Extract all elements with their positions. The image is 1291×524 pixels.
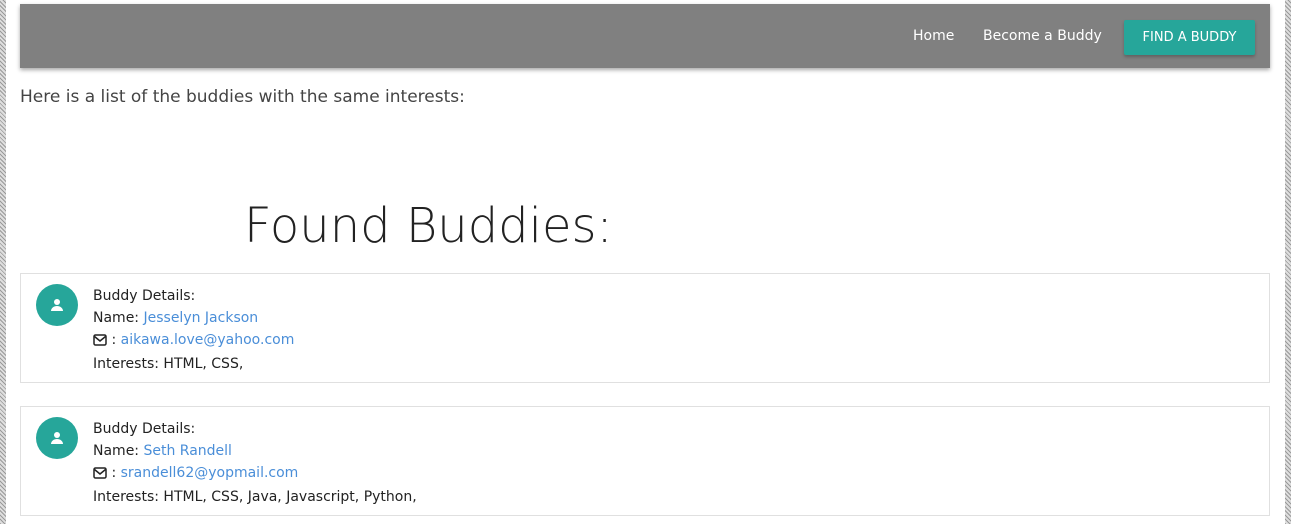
person-icon xyxy=(36,417,78,459)
person-icon xyxy=(36,284,78,326)
interests-label: Interests: xyxy=(93,356,164,372)
buddy-email-row: : srandell62@yopmail.com xyxy=(93,462,417,486)
nav-link-become-a-buddy[interactable]: Become a Buddy xyxy=(983,4,1102,68)
intro-text: Here is a list of the buddies with the s… xyxy=(20,87,465,107)
buddy-email-link[interactable]: aikawa.love@yahoo.com xyxy=(121,332,295,348)
buddy-card: Buddy Details: Name: Seth Randell : sran… xyxy=(20,406,1270,516)
buddy-email-link[interactable]: srandell62@yopmail.com xyxy=(121,465,299,481)
navbar: Home Become a Buddy FIND A BUDDY xyxy=(20,4,1270,68)
buddy-email-row: : aikawa.love@yahoo.com xyxy=(93,329,294,353)
nav-link-home[interactable]: Home xyxy=(913,4,954,68)
name-label: Name: xyxy=(93,443,144,459)
buddy-interests: HTML, CSS, xyxy=(163,356,244,372)
buddy-name-row: Name: Jesselyn Jackson xyxy=(93,307,294,329)
buddy-name-link[interactable]: Seth Randell xyxy=(143,443,231,459)
buddy-details: Buddy Details: Name: Seth Randell : sran… xyxy=(93,418,417,508)
buddy-interests-row: Interests: HTML, CSS, xyxy=(93,353,294,375)
buddy-details: Buddy Details: Name: Jesselyn Jackson : … xyxy=(93,285,294,375)
buddy-name-link[interactable]: Jesselyn Jackson xyxy=(143,310,258,326)
page: Home Become a Buddy FIND A BUDDY Here is… xyxy=(6,0,1285,524)
email-separator: : xyxy=(107,465,121,481)
page-title: Found Buddies: xyxy=(244,198,613,255)
buddy-details-title: Buddy Details: xyxy=(93,421,196,437)
buddy-details-title: Buddy Details: xyxy=(93,288,196,304)
buddy-interests-row: Interests: HTML, CSS, Java, Javascript, … xyxy=(93,486,417,508)
buddy-name-row: Name: Seth Randell xyxy=(93,440,417,462)
buddy-interests: HTML, CSS, Java, Javascript, Python, xyxy=(163,489,417,505)
envelope-icon xyxy=(93,464,107,486)
buddy-card: Buddy Details: Name: Jesselyn Jackson : … xyxy=(20,273,1270,383)
name-label: Name: xyxy=(93,310,144,326)
interests-label: Interests: xyxy=(93,489,164,505)
window-right-edge xyxy=(1285,0,1291,524)
email-separator: : xyxy=(107,332,121,348)
find-a-buddy-button[interactable]: FIND A BUDDY xyxy=(1124,20,1255,55)
envelope-icon xyxy=(93,331,107,353)
